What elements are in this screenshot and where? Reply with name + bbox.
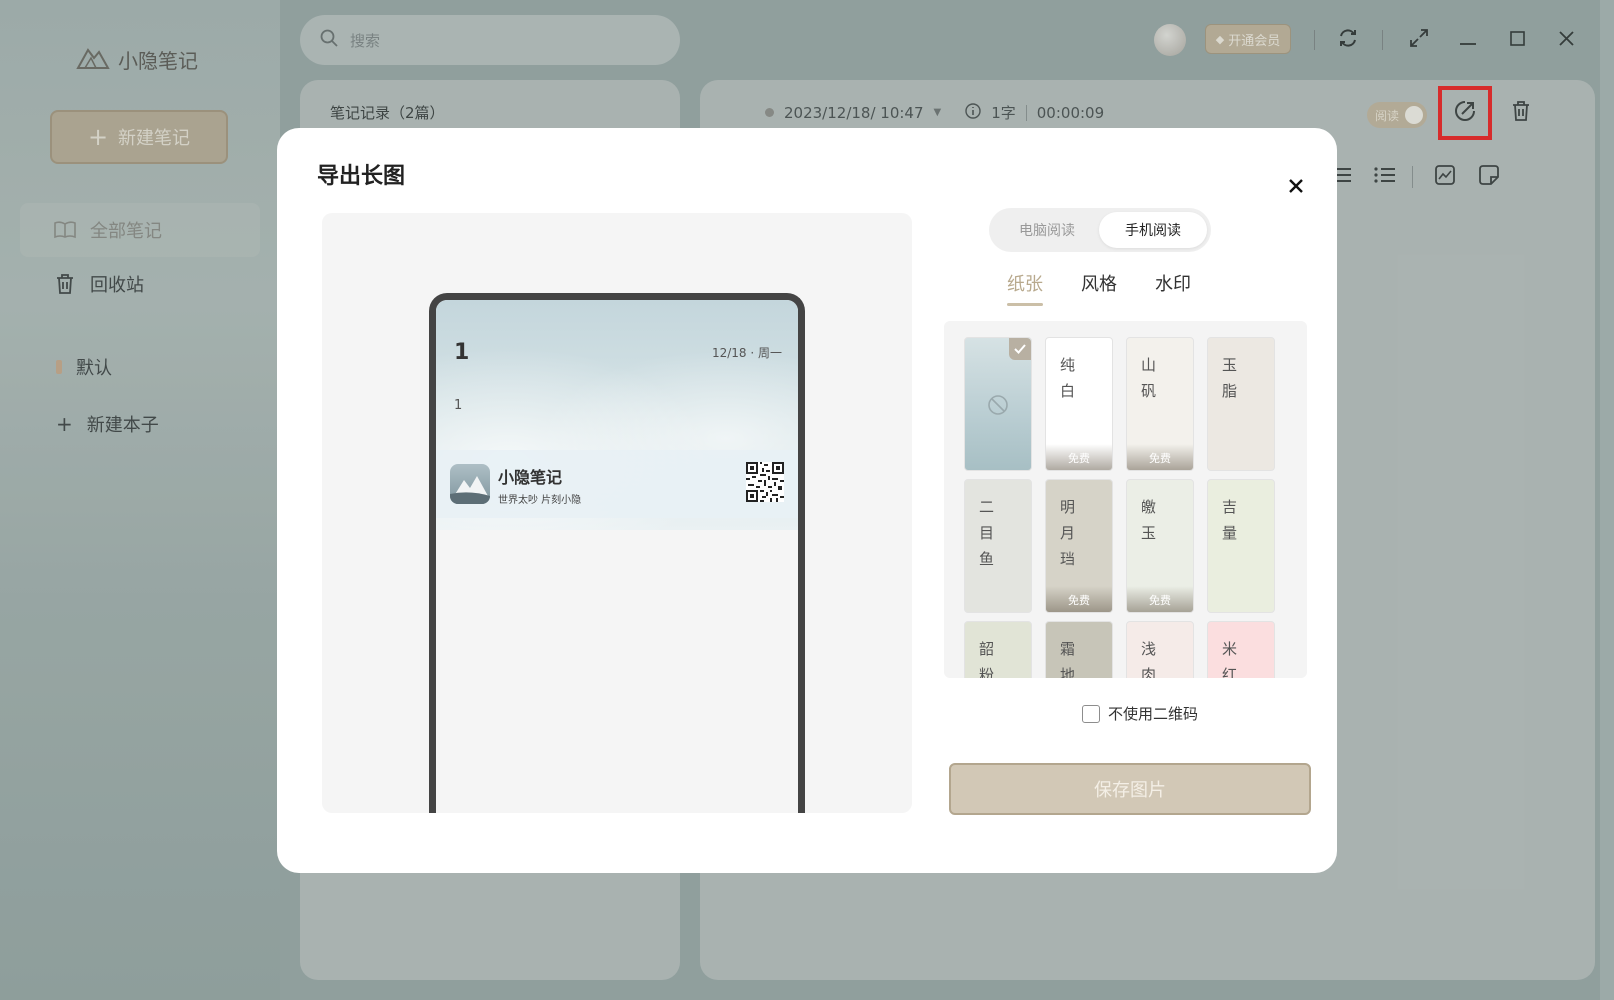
paper-name: 二目鱼 [979,498,995,568]
free-badge: 免费 [1046,444,1112,470]
checkmark-icon [1009,338,1031,360]
no-paper-icon [987,394,1009,420]
paper-option[interactable]: 吉量 [1207,479,1275,613]
free-badge: 免费 [1127,586,1193,612]
tab-paper[interactable]: 纸张 [1007,270,1043,306]
save-image-button[interactable]: 保存图片 [949,763,1311,815]
paper-name: 米红 [1222,640,1238,678]
paper-name: 吉量 [1222,498,1238,542]
tab-style[interactable]: 风格 [1081,270,1117,296]
export-image-dialog: 导出长图 1 12/18 · 周一 1 小隐笔记 世界太吵 片刻小隐 电脑阅读 … [277,128,1337,873]
preview-app-name: 小隐笔记 [498,468,563,487]
paper-name: 山矾 [1141,356,1157,400]
dialog-close-button[interactable] [1282,173,1310,201]
no-qr-checkbox[interactable] [1082,704,1100,723]
preview-watermark-card: 小隐笔记 世界太吵 片刻小隐 [436,450,798,518]
paper-option[interactable]: 山矾免费 [1126,337,1194,471]
paper-option[interactable]: 浅肉 [1126,621,1194,678]
qr-code [746,462,784,502]
style-tabs: 纸张 风格 水印 [1007,270,1191,306]
paper-option[interactable]: 明月珰免费 [1045,479,1113,613]
paper-option[interactable] [964,337,1032,471]
paper-name: 玉脂 [1222,356,1238,400]
mobile-reading-option[interactable]: 手机阅读 [1099,212,1207,248]
paper-name: 皦玉 [1141,498,1157,542]
preview-note-date: 12/18 · 周一 [711,346,782,360]
no-qr-option[interactable]: 不使用二维码 [1082,703,1198,724]
desktop-reading-option[interactable]: 电脑阅读 [993,212,1101,248]
paper-option[interactable]: 霜地 [1045,621,1113,678]
preview-note-title: 1 [454,340,470,365]
phone-frame: 1 12/18 · 周一 1 小隐笔记 世界太吵 片刻小隐 [429,293,805,813]
free-badge: 免费 [1127,444,1193,470]
dialog-title: 导出长图 [317,164,406,189]
paper-name: 纯白 [1060,356,1076,400]
paper-name: 明月珰 [1060,498,1076,568]
export-preview: 1 12/18 · 周一 1 小隐笔记 世界太吵 片刻小隐 [322,213,912,813]
preview-note-body: 1 [454,398,463,413]
tab-watermark[interactable]: 水印 [1155,270,1191,296]
paper-name: 霜地 [1060,640,1076,678]
paper-option[interactable]: 皦玉免费 [1126,479,1194,613]
paper-grid: 纯白 免费 山矾 免费 玉脂 二目鱼 明月珰 免费 皦玉 免费 吉量 韶粉 霜地 浅肉 米红 [944,321,1307,678]
paper-option[interactable]: 玉脂 [1207,337,1275,471]
free-badge: 免费 [1046,586,1112,612]
paper-name: 浅肉 [1141,640,1157,678]
paper-option[interactable]: 韶粉 [964,621,1032,678]
app-logo-icon [450,464,490,504]
paper-option[interactable]: 二目鱼 [964,479,1032,613]
reading-mode-switch: 电脑阅读 手机阅读 [989,208,1211,252]
close-icon [1289,178,1303,197]
paper-option[interactable]: 米红 [1207,621,1275,678]
paper-name: 韶粉 [979,640,995,678]
paper-option[interactable]: 纯白免费 [1045,337,1113,471]
no-qr-label: 不使用二维码 [1108,705,1199,723]
preview-app-slogan: 世界太吵 片刻小隐 [498,495,582,506]
